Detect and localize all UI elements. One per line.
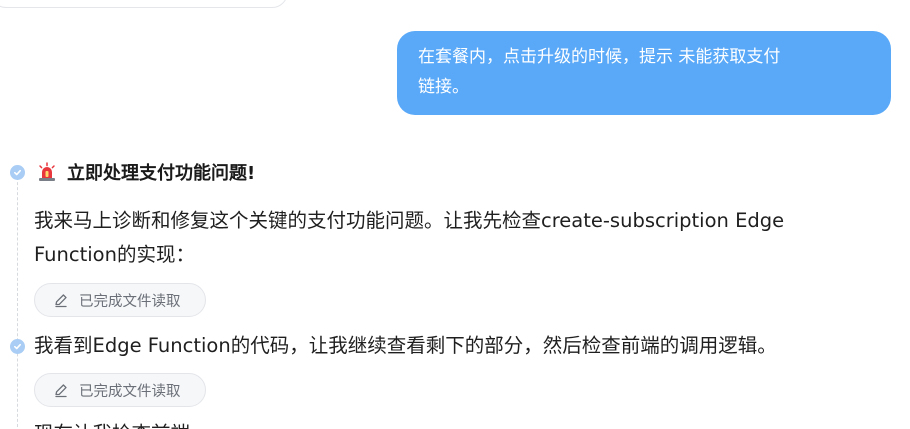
assistant-heading: 立即处理支付功能问题! [37,157,255,187]
assistant-paragraph-1: 我来马上诊断和修复这个关键的支付功能问题。让我先检查create-subscri… [34,204,784,272]
assistant-paragraph-2: 我看到Edge Function的代码，让我继续查看剩下的部分，然后检查前端的调… [34,334,777,357]
file-read-chip-2[interactable]: 已完成文件读取 [34,373,206,407]
user-message-line-1: 在套餐内，点击升级的时候，提示 未能获取支付 [418,47,781,67]
check-icon [10,339,25,354]
file-read-chip-1[interactable]: 已完成文件读取 [34,283,206,317]
chip-2-label: 已完成文件读取 [79,383,181,400]
edit-icon [55,384,67,398]
siren-icon [39,162,55,181]
user-message-bubble: 在套餐内，点击升级的时候，提示 未能获取支付 链接。 [397,31,891,115]
previous-message-bubble [0,0,288,8]
chip-1-label: 已完成文件读取 [79,293,181,310]
chat-window: 在套餐内，点击升级的时候，提示 未能获取支付 链接。 立即处理支付功能问题! 我… [0,0,910,429]
heading-text: 立即处理支付功能问题! [67,163,256,184]
paragraph-1-line-1: 我来马上诊断和修复这个关键的支付功能问题。让我先检查create-subscri… [34,209,785,232]
assistant-paragraph-3-partial: 现在让我检查前端 [34,419,190,429]
check-icon [10,165,25,180]
paragraph-1-line-2: Function的实现： [34,243,195,266]
edit-icon [55,294,67,308]
timeline-line [17,172,18,429]
user-message-line-2: 链接。 [418,77,469,97]
